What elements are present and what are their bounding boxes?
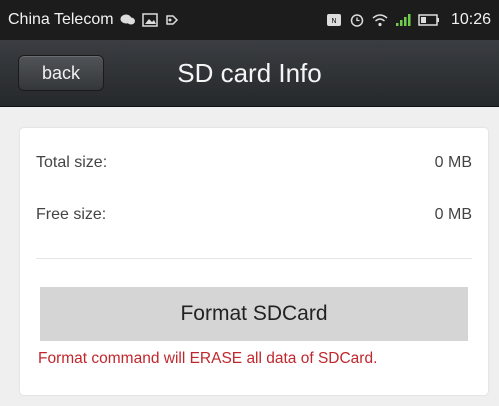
total-size-label: Total size: xyxy=(36,154,108,171)
carrier-name: China Telecom xyxy=(8,11,114,28)
usb-icon xyxy=(165,15,178,25)
clock: 10:26 xyxy=(450,11,491,28)
status-bar: China Telecom N 10:26 xyxy=(0,0,499,40)
image-icon xyxy=(141,13,158,27)
alarm-icon xyxy=(350,14,364,27)
signal-icon xyxy=(395,14,411,26)
chat-icon xyxy=(120,14,135,25)
total-size-row: Total size: 0 MB xyxy=(36,150,472,176)
format-warning-text: Format command will ERASE all data of SD… xyxy=(38,350,378,367)
free-size-value: 0 MB xyxy=(434,206,472,223)
divider xyxy=(36,258,472,259)
free-size-label: Free size: xyxy=(36,206,107,223)
navigation-bar: back SD card Info xyxy=(0,40,499,107)
notification-icons xyxy=(120,13,180,27)
free-size-row: Free size: 0 MB xyxy=(36,202,472,228)
sd-card-info-panel: Total size: 0 MB Free size: 0 MB Format … xyxy=(20,128,488,395)
wifi-icon xyxy=(372,14,388,27)
total-size-value: 0 MB xyxy=(434,154,472,171)
battery-icon xyxy=(418,14,439,26)
system-icons: N 10:26 xyxy=(326,11,491,29)
format-sdcard-button[interactable]: Format SDCard xyxy=(40,287,468,341)
back-button[interactable]: back xyxy=(18,55,104,91)
svg-text:N: N xyxy=(331,17,336,25)
nfc-icon: N xyxy=(326,14,341,26)
